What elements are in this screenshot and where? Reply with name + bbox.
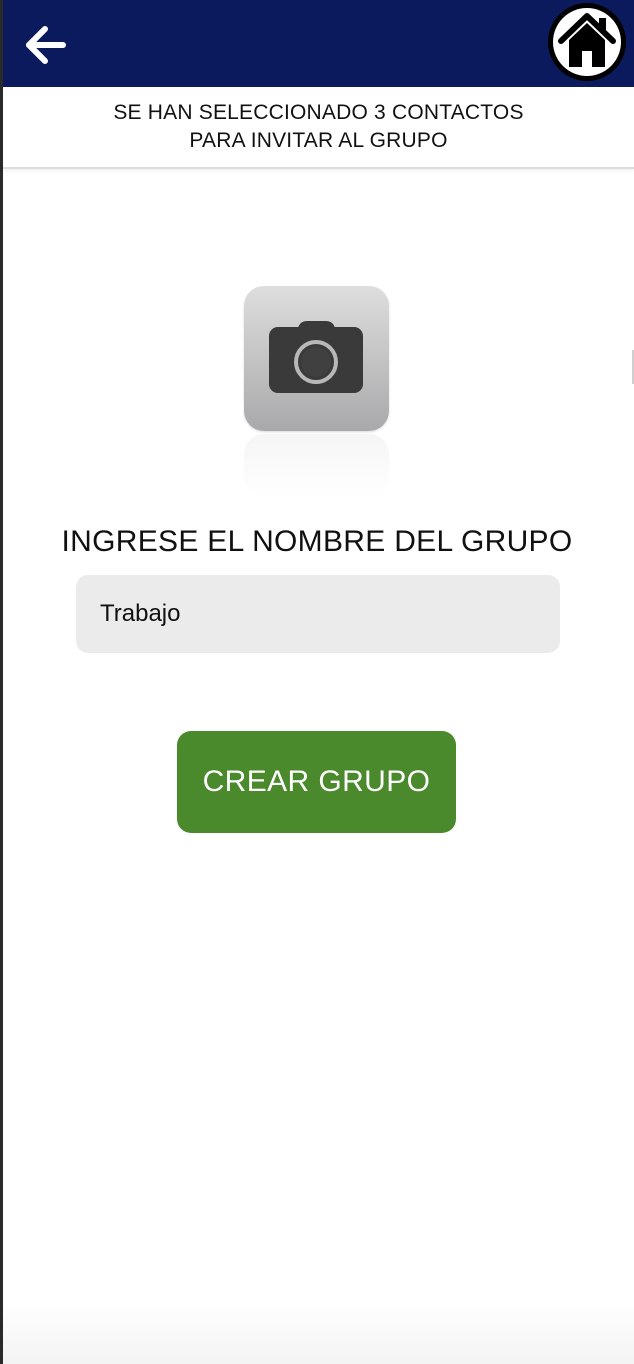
selection-notice: SE HAN SELECCIONADO 3 CONTACTOS PARA INV… xyxy=(3,87,634,169)
arrow-left-icon xyxy=(26,26,66,64)
group-name-input[interactable] xyxy=(76,575,560,653)
left-border xyxy=(0,0,3,1364)
create-group-screen: SE HAN SELECCIONADO 3 CONTACTOS PARA INV… xyxy=(0,0,634,1364)
selection-notice-text: SE HAN SELECCIONADO 3 CONTACTOS PARA INV… xyxy=(113,101,524,152)
camera-reflection xyxy=(244,434,389,498)
home-icon xyxy=(548,3,626,81)
create-group-button[interactable]: CREAR GRUPO xyxy=(177,731,456,833)
group-name-label: INGRESE EL NOMBRE DEL GRUPO xyxy=(61,525,573,558)
camera-icon xyxy=(269,321,363,393)
back-button[interactable] xyxy=(21,22,69,68)
bottom-fade xyxy=(3,1300,634,1364)
top-app-bar xyxy=(3,0,634,87)
group-photo-picker[interactable] xyxy=(244,286,389,498)
home-button[interactable] xyxy=(546,1,628,83)
